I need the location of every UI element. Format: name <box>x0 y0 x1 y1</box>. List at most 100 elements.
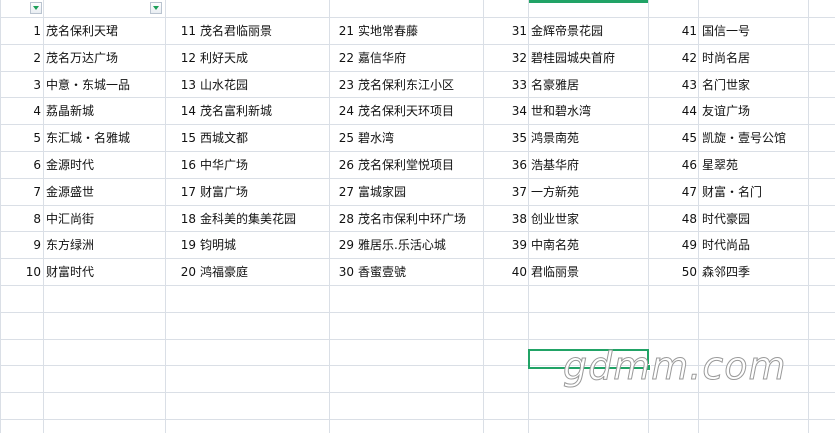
property-name-cell[interactable]: 山水花园 <box>200 72 248 98</box>
property-name-cell[interactable]: 鸿福豪庭 <box>200 259 248 285</box>
row-number-cell[interactable]: 32 <box>503 45 527 71</box>
row-number-cell[interactable]: 50 <box>673 259 697 285</box>
row-number-cell[interactable]: 11 <box>172 18 196 44</box>
property-name-cell[interactable]: 一方新苑 <box>531 179 579 205</box>
property-name-cell[interactable]: 碧桂园城央首府 <box>531 45 615 71</box>
row-number-cell[interactable]: 6 <box>17 152 41 178</box>
row-number-cell[interactable]: 3 <box>17 72 41 98</box>
property-name-cell[interactable]: 茂名保利天环项目 <box>358 98 454 124</box>
row-number-cell[interactable]: 10 <box>17 259 41 285</box>
property-name-cell[interactable]: 时代尚品 <box>702 232 750 258</box>
property-name-cell[interactable]: 茂名保利堂悦项目 <box>358 152 454 178</box>
row-number-cell[interactable]: 47 <box>673 179 697 205</box>
row-number-cell[interactable]: 39 <box>503 232 527 258</box>
property-name-cell[interactable]: 金科美的集美花园 <box>200 206 296 232</box>
property-name-cell[interactable]: 财富广场 <box>200 179 248 205</box>
row-number-cell[interactable]: 34 <box>503 98 527 124</box>
property-name-cell[interactable]: 荔晶新城 <box>46 98 94 124</box>
row-number-cell[interactable]: 13 <box>172 72 196 98</box>
row-number-cell[interactable]: 40 <box>503 259 527 285</box>
row-number-cell[interactable]: 21 <box>330 18 354 44</box>
property-name-cell[interactable]: 凯旋・壹号公馆 <box>702 125 786 151</box>
row-number-cell[interactable]: 26 <box>330 152 354 178</box>
row-number-cell[interactable]: 45 <box>673 125 697 151</box>
property-name-cell[interactable]: 东汇城・名雅城 <box>46 125 130 151</box>
property-name-cell[interactable]: 名豪雅居 <box>531 72 579 98</box>
property-name-cell[interactable]: 中汇尚街 <box>46 206 94 232</box>
row-number-cell[interactable]: 31 <box>503 18 527 44</box>
property-name-cell[interactable]: 实地常春藤 <box>358 18 418 44</box>
row-number-cell[interactable]: 4 <box>17 98 41 124</box>
row-number-cell[interactable]: 36 <box>503 152 527 178</box>
row-number-cell[interactable]: 25 <box>330 125 354 151</box>
property-name-cell[interactable]: 时代豪园 <box>702 206 750 232</box>
property-name-cell[interactable]: 财富时代 <box>46 259 94 285</box>
row-number-cell[interactable]: 37 <box>503 179 527 205</box>
row-number-cell[interactable]: 44 <box>673 98 697 124</box>
property-name-cell[interactable]: 世和碧水湾 <box>531 98 591 124</box>
row-number-cell[interactable]: 27 <box>330 179 354 205</box>
row-number-cell[interactable]: 43 <box>673 72 697 98</box>
row-number-cell[interactable]: 42 <box>673 45 697 71</box>
property-name-cell[interactable]: 茂名万达广场 <box>46 45 118 71</box>
row-number-cell[interactable]: 2 <box>17 45 41 71</box>
row-number-cell[interactable]: 41 <box>673 18 697 44</box>
property-name-cell[interactable]: 中意・东城一品 <box>46 72 130 98</box>
property-name-cell[interactable]: 君临丽景 <box>531 259 579 285</box>
property-name-cell[interactable]: 友谊广场 <box>702 98 750 124</box>
property-name-cell[interactable]: 金源盛世 <box>46 179 94 205</box>
row-number-cell[interactable]: 23 <box>330 72 354 98</box>
row-number-cell[interactable]: 20 <box>172 259 196 285</box>
property-name-cell[interactable]: 金辉帝景花园 <box>531 18 603 44</box>
property-name-cell[interactable]: 星翠苑 <box>702 152 738 178</box>
property-name-cell[interactable]: 金源时代 <box>46 152 94 178</box>
property-name-cell[interactable]: 雅居乐.乐活心城 <box>358 232 446 258</box>
row-number-cell[interactable]: 15 <box>172 125 196 151</box>
property-name-cell[interactable]: 东方绿洲 <box>46 232 94 258</box>
property-name-cell[interactable]: 碧水湾 <box>358 125 394 151</box>
row-number-cell[interactable]: 14 <box>172 98 196 124</box>
row-number-cell[interactable]: 7 <box>17 179 41 205</box>
filter-dropdown-icon[interactable] <box>30 2 42 14</box>
row-number-cell[interactable]: 16 <box>172 152 196 178</box>
property-name-cell[interactable]: 中南名苑 <box>531 232 579 258</box>
row-number-cell[interactable]: 18 <box>172 206 196 232</box>
row-number-cell[interactable]: 38 <box>503 206 527 232</box>
property-name-cell[interactable]: 钧明城 <box>200 232 236 258</box>
property-name-cell[interactable]: 嘉信华府 <box>358 45 406 71</box>
property-name-cell[interactable]: 创业世家 <box>531 206 579 232</box>
property-name-cell[interactable]: 茂名市保利中环广场 <box>358 206 466 232</box>
property-name-cell[interactable]: 茂名保利东江小区 <box>358 72 454 98</box>
row-number-cell[interactable]: 29 <box>330 232 354 258</box>
row-number-cell[interactable]: 33 <box>503 72 527 98</box>
row-number-cell[interactable]: 17 <box>172 179 196 205</box>
row-number-cell[interactable]: 24 <box>330 98 354 124</box>
property-name-cell[interactable]: 时尚名居 <box>702 45 750 71</box>
row-number-cell[interactable]: 9 <box>17 232 41 258</box>
row-number-cell[interactable]: 19 <box>172 232 196 258</box>
row-number-cell[interactable]: 12 <box>172 45 196 71</box>
property-name-cell[interactable]: 财富・名门 <box>702 179 762 205</box>
property-name-cell[interactable]: 名门世家 <box>702 72 750 98</box>
property-name-cell[interactable]: 茂名保利天珺 <box>46 18 118 44</box>
property-name-cell[interactable]: 西城文都 <box>200 125 248 151</box>
property-name-cell[interactable]: 浩基华府 <box>531 152 579 178</box>
row-number-cell[interactable]: 1 <box>17 18 41 44</box>
property-name-cell[interactable]: 利好天成 <box>200 45 248 71</box>
row-number-cell[interactable]: 48 <box>673 206 697 232</box>
row-number-cell[interactable]: 22 <box>330 45 354 71</box>
property-name-cell[interactable]: 香蜜壹號 <box>358 259 406 285</box>
row-number-cell[interactable]: 30 <box>330 259 354 285</box>
row-number-cell[interactable]: 49 <box>673 232 697 258</box>
row-number-cell[interactable]: 5 <box>17 125 41 151</box>
row-number-cell[interactable]: 8 <box>17 206 41 232</box>
property-name-cell[interactable]: 茂名君临丽景 <box>200 18 272 44</box>
row-number-cell[interactable]: 28 <box>330 206 354 232</box>
row-number-cell[interactable]: 35 <box>503 125 527 151</box>
property-name-cell[interactable]: 鸿景南苑 <box>531 125 579 151</box>
row-number-cell[interactable]: 46 <box>673 152 697 178</box>
filter-dropdown-icon[interactable] <box>150 2 162 14</box>
property-name-cell[interactable]: 中华广场 <box>200 152 248 178</box>
property-name-cell[interactable]: 森邻四季 <box>702 259 750 285</box>
property-name-cell[interactable]: 富城家园 <box>358 179 406 205</box>
